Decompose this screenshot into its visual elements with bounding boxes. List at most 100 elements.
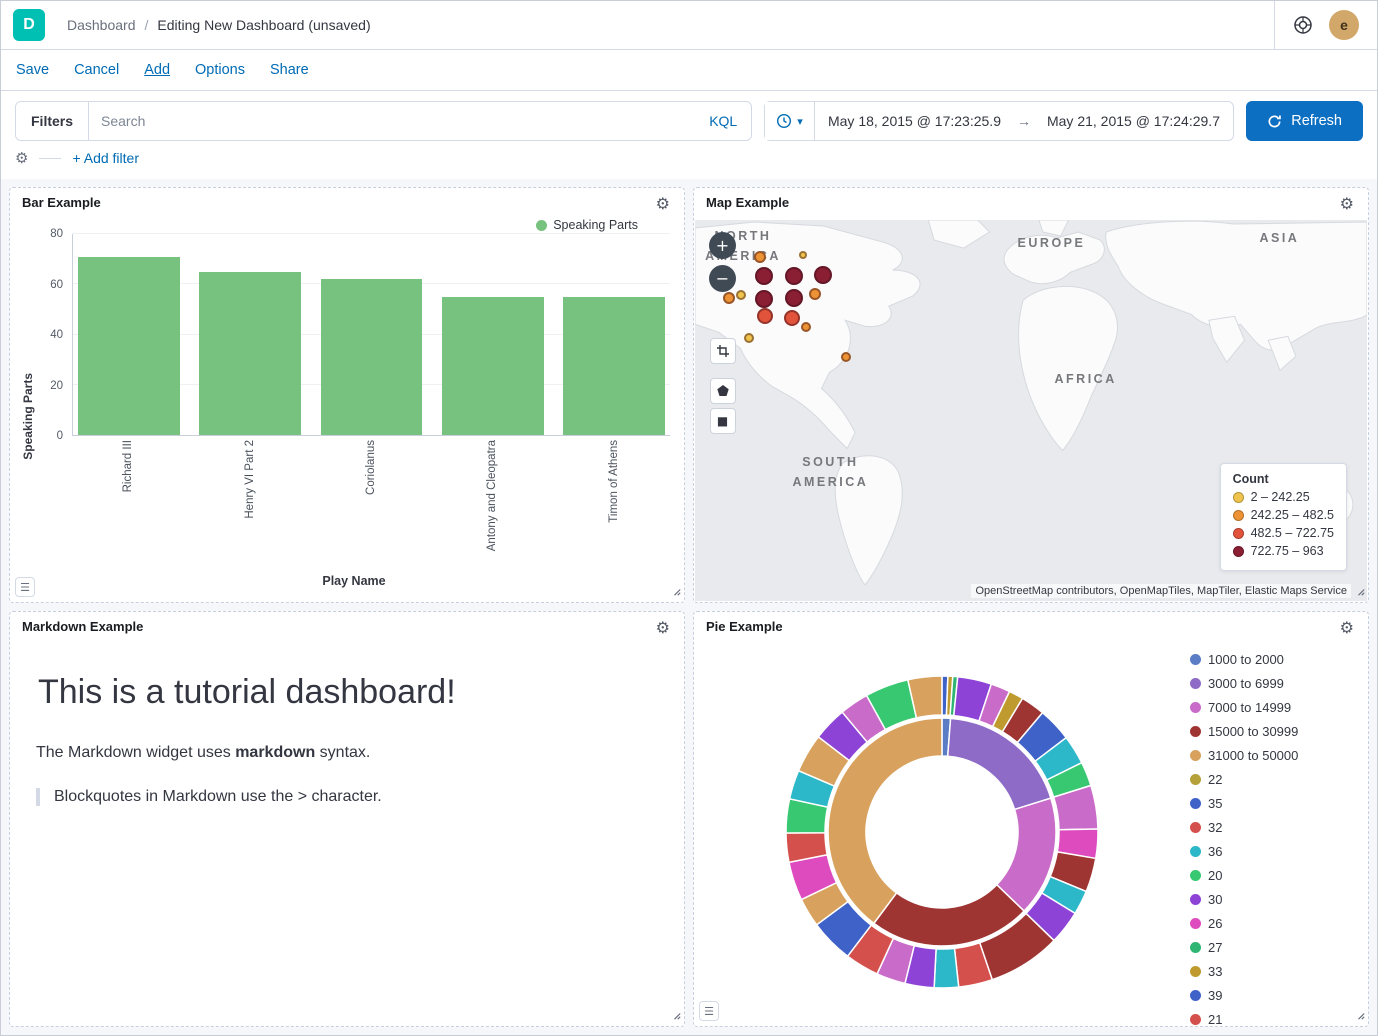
pie-legend: 1000 to 20003000 to 69997000 to 14999150…: [1190, 637, 1368, 1026]
legend-swatch: [1190, 942, 1201, 953]
map-marker[interactable]: [757, 308, 773, 324]
help-icon[interactable]: [1293, 15, 1313, 35]
x-tick: Timon of Athens: [560, 440, 668, 568]
pie-legend-item[interactable]: 22: [1190, 767, 1362, 791]
bar-slot: [560, 234, 668, 435]
share-button[interactable]: Share: [270, 62, 309, 78]
map-attribution[interactable]: OpenStreetMap contributors, OpenMapTiles…: [971, 584, 1351, 598]
panel-resize-handle[interactable]: [1350, 581, 1367, 601]
panel-options-gear-icon[interactable]: ⚙: [1334, 195, 1360, 213]
map-marker[interactable]: [785, 267, 803, 285]
bar-3[interactable]: [442, 297, 544, 435]
x-tick: Antony and Cleopatra: [438, 440, 546, 568]
panel-markdown-example: Markdown Example ⚙ This is a tutorial da…: [9, 611, 685, 1027]
refresh-button[interactable]: Refresh: [1246, 101, 1363, 141]
map-marker[interactable]: [809, 288, 821, 300]
pie-legend-item[interactable]: 15000 to 30999: [1190, 719, 1362, 743]
legend-label: 32: [1208, 820, 1222, 835]
refresh-icon: [1267, 114, 1282, 129]
bar-1[interactable]: [199, 272, 301, 435]
map-marker[interactable]: [754, 251, 766, 263]
legend-swatch: [1190, 798, 1201, 809]
options-button[interactable]: Options: [195, 62, 245, 78]
add-filter-button[interactable]: + Add filter: [72, 150, 139, 166]
panel-resize-handle[interactable]: [666, 1005, 683, 1025]
elastic-logo[interactable]: D: [13, 9, 45, 41]
pie-legend-item[interactable]: 35: [1190, 791, 1362, 815]
pie-legend-item[interactable]: 20: [1190, 863, 1362, 887]
zoom-in-button[interactable]: +: [709, 232, 736, 259]
pie-legend-item[interactable]: 36: [1190, 839, 1362, 863]
panel-options-gear-icon[interactable]: ⚙: [650, 195, 676, 213]
bar-4[interactable]: [563, 297, 665, 435]
time-quick-select-button[interactable]: ▾: [765, 102, 815, 140]
pie-legend-item[interactable]: 1000 to 2000: [1190, 647, 1362, 671]
map-legend-row: 2 – 242.25: [1233, 490, 1334, 504]
pie-legend-item[interactable]: 32: [1190, 815, 1362, 839]
legend-swatch: [1190, 726, 1201, 737]
bar-legend-item[interactable]: Speaking Parts: [536, 213, 684, 232]
map-marker[interactable]: [736, 290, 746, 300]
bar-2[interactable]: [321, 279, 423, 435]
pie-legend-item[interactable]: 26: [1190, 911, 1362, 935]
bar-0[interactable]: [78, 257, 180, 435]
zoom-out-button[interactable]: −: [709, 265, 736, 292]
breadcrumb-dashboard[interactable]: Dashboard: [67, 17, 136, 33]
map-marker[interactable]: [785, 289, 803, 307]
map-marker[interactable]: [841, 352, 851, 362]
pie-legend-item[interactable]: 33: [1190, 959, 1362, 983]
pie-slice-17[interactable]: [934, 948, 959, 988]
rectangle-tool-icon[interactable]: ■: [710, 408, 736, 434]
panel-header: Bar Example ⚙: [10, 188, 684, 213]
map-marker[interactable]: [755, 267, 773, 285]
legend-toggle-icon[interactable]: ☰: [699, 1001, 719, 1021]
y-axis-title-text: Speaking Parts: [21, 373, 35, 460]
date-from[interactable]: May 18, 2015 @ 17:23:25.9: [828, 113, 1001, 129]
date-to[interactable]: May 21, 2015 @ 17:24:29.7: [1047, 113, 1220, 129]
legend-swatch: [1190, 870, 1201, 881]
map-marker[interactable]: [799, 251, 807, 259]
search-input[interactable]: [89, 113, 695, 129]
map-marker[interactable]: [744, 333, 754, 343]
filter-options-gear-icon[interactable]: ⚙: [15, 151, 28, 166]
panel-options-gear-icon[interactable]: ⚙: [650, 619, 676, 637]
bar-slot: [317, 234, 425, 435]
map-controls: + − ■: [709, 232, 736, 434]
legend-swatch: [1190, 990, 1201, 1001]
crop-tool-icon[interactable]: [710, 338, 736, 364]
pie-legend-item[interactable]: 27: [1190, 935, 1362, 959]
save-button[interactable]: Save: [16, 62, 49, 78]
y-tick-label: 80: [50, 228, 63, 240]
panel-title: Bar Example: [22, 195, 101, 210]
panel-resize-handle[interactable]: [666, 581, 683, 601]
resize-corner-icon: [1352, 583, 1365, 596]
cancel-button[interactable]: Cancel: [74, 62, 119, 78]
x-tick: Richard III: [74, 440, 182, 568]
pie-legend-item[interactable]: 7000 to 14999: [1190, 695, 1362, 719]
map-marker[interactable]: [755, 290, 773, 308]
legend-toggle-icon[interactable]: ☰: [15, 577, 35, 597]
map-marker[interactable]: [784, 310, 800, 326]
dashboard-grid: Bar Example ⚙ Speaking Parts Speaking Pa…: [1, 179, 1377, 1035]
add-button[interactable]: Add: [144, 62, 170, 78]
time-picker: ▾ May 18, 2015 @ 17:23:25.9 → May 21, 20…: [764, 101, 1234, 141]
kql-button[interactable]: KQL: [695, 113, 751, 129]
map-marker[interactable]: [814, 266, 832, 284]
polygon-tool-icon[interactable]: [710, 378, 736, 404]
map-legend-title: Count: [1233, 472, 1334, 486]
map-canvas[interactable]: NORTH AMERICAEUROPEASIAAFRICASOUTH AMERI…: [695, 220, 1367, 601]
pie-legend-item[interactable]: 3000 to 6999: [1190, 671, 1362, 695]
legend-swatch: [1190, 846, 1201, 857]
avatar[interactable]: e: [1329, 10, 1359, 40]
x-axis-spacer: [38, 436, 72, 568]
pie-legend-item[interactable]: 30: [1190, 887, 1362, 911]
panel-options-gear-icon[interactable]: ⚙: [1334, 619, 1360, 637]
pie-legend-item[interactable]: 39: [1190, 983, 1362, 1007]
legend-swatch: [1233, 510, 1244, 521]
pie-legend-item[interactable]: 31000 to 50000: [1190, 743, 1362, 767]
pie-svg: [756, 646, 1128, 1018]
pie-legend-item[interactable]: 21: [1190, 1007, 1362, 1026]
map-marker[interactable]: [801, 322, 811, 332]
filters-button[interactable]: Filters: [16, 102, 89, 140]
panel-resize-handle[interactable]: [1350, 1005, 1367, 1025]
